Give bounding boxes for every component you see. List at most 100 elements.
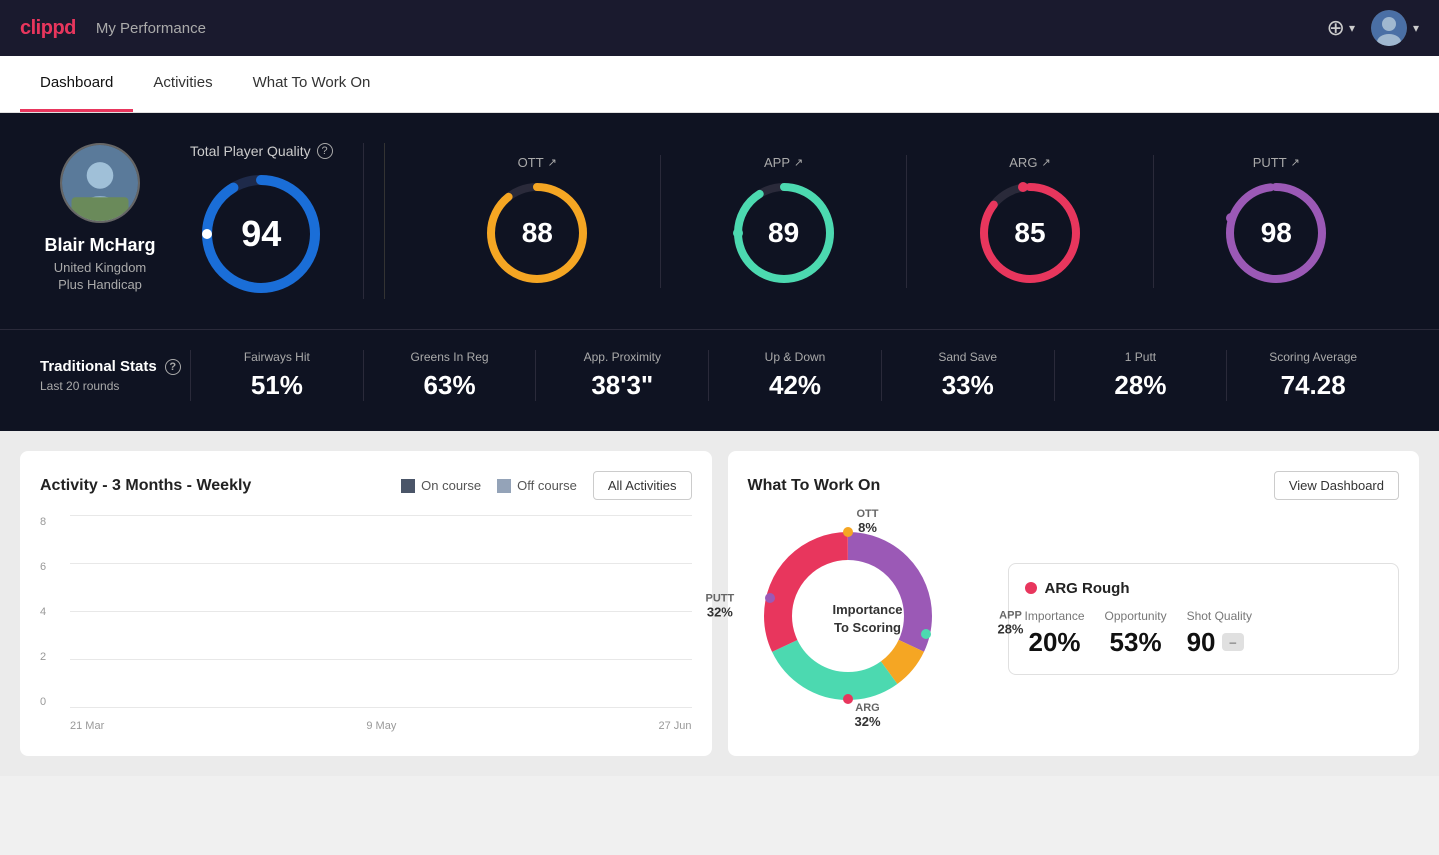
tab-what-to-work-on[interactable]: What To Work On [233,56,391,112]
tab-activities[interactable]: Activities [133,56,232,112]
detail-opportunity: Opportunity 53% [1105,609,1167,658]
header-right: ⊕ ▾ ▾ [1327,10,1420,46]
trad-updown: Up & Down 42% [708,350,881,401]
detail-card: ARG Rough Importance 20% Opportunity 53%… [1008,563,1400,675]
updown-value: 42% [719,370,871,401]
1putt-label: 1 Putt [1065,350,1217,364]
work-on-content: ImportanceTo Scoring OTT 8% APP 28% ARG … [748,516,1400,721]
trad-1putt: 1 Putt 28% [1054,350,1227,401]
player-name: Blair McHarg [44,235,155,256]
add-button[interactable]: ⊕ ▾ [1327,15,1355,41]
scoring-label: Scoring Average [1237,350,1389,364]
app-arrow-icon: ↗ [794,156,803,169]
tab-dashboard[interactable]: Dashboard [20,56,133,112]
arg-label: ARG ↗ [1009,155,1050,170]
app-circle: 89 [729,178,839,288]
trad-scoring: Scoring Average 74.28 [1226,350,1399,401]
y-label-0: 0 [40,696,46,708]
shot-quality-value: 90 [1187,627,1216,658]
activity-card-header: Activity - 3 Months - Weekly On course O… [40,471,692,500]
donut-wrapper: ImportanceTo Scoring OTT 8% APP 28% ARG … [748,516,988,721]
sandsave-label: Sand Save [892,350,1044,364]
work-on-header: What To Work On View Dashboard [748,471,1400,500]
trad-proximity: App. Proximity 38'3" [535,350,708,401]
header-left: clippd My Performance [20,17,206,40]
chart-legend: On course Off course [401,478,577,493]
detail-shot-quality: Shot Quality 90 – [1187,609,1252,658]
app-seg-pct: 28% [997,621,1023,636]
y-label-4: 4 [40,606,46,618]
trad-stats-subtitle: Last 20 rounds [40,379,190,393]
ott-arrow-icon: ↗ [548,156,557,169]
ott-circle: 88 [482,178,592,288]
score-putt: PUTT ↗ 98 [1154,155,1399,288]
label-arg: ARG 32% [854,702,880,729]
importance-label: Importance [1025,609,1085,623]
legend-off-course: Off course [497,478,577,493]
ott-seg-label: OTT [857,508,879,520]
x-axis: 21 Mar 9 May 27 Jun [70,720,692,732]
putt-value: 98 [1261,217,1292,249]
work-on-title: What To Work On [748,477,881,495]
nav-tabs: Dashboard Activities What To Work On [0,56,1439,113]
off-course-dot [497,479,511,493]
bars-container [70,516,692,708]
trad-stats-items: Fairways Hit 51% Greens In Reg 63% App. … [190,350,1399,401]
x-label-mar: 21 Mar [70,720,104,732]
plus-icon: ⊕ [1327,15,1345,41]
scores-section: OTT ↗ 88 APP ↗ [384,143,1399,299]
x-label-may: 9 May [366,720,396,732]
donut-center: ImportanceTo Scoring [828,600,908,636]
app-value: 89 [768,217,799,249]
putt-seg-pct: 32% [706,605,735,620]
scoring-value: 74.28 [1237,370,1389,401]
header-title: My Performance [96,20,206,37]
stats-top: Blair McHarg United Kingdom Plus Handica… [0,113,1439,329]
legend-on-course: On course [401,478,481,493]
shot-quality-badge: – [1222,633,1245,651]
user-menu[interactable]: ▾ [1371,10,1419,46]
add-btn-chevron: ▾ [1349,21,1355,35]
ott-value: 88 [522,217,553,249]
arg-arrow-icon: ↗ [1041,156,1050,169]
activity-header-right: On course Off course All Activities [401,471,691,500]
y-label-8: 8 [40,516,46,528]
all-activities-button[interactable]: All Activities [593,471,692,500]
opportunity-value: 53% [1105,627,1167,658]
putt-seg-label: PUTT [706,593,735,605]
view-dashboard-button[interactable]: View Dashboard [1274,471,1399,500]
app-seg-label: APP [997,609,1023,621]
player-handicap: Plus Handicap [58,277,142,292]
score-app: APP ↗ 89 [661,155,907,288]
putt-label: PUTT ↗ [1253,155,1300,170]
proximity-value: 38'3" [546,370,698,401]
fairways-value: 51% [201,370,353,401]
info-icon-tpq[interactable]: ? [317,143,333,159]
score-arg: ARG ↗ 85 [907,155,1153,288]
importance-value: 20% [1025,627,1085,658]
x-label-jun: 27 Jun [658,720,691,732]
traditional-stats: Traditional Stats ? Last 20 rounds Fairw… [0,329,1439,431]
sandsave-value: 33% [892,370,1044,401]
arg-seg-pct: 32% [854,714,880,729]
fairways-label: Fairways Hit [201,350,353,364]
avatar-image [1371,10,1407,46]
shot-quality-label: Shot Quality [1187,609,1252,623]
detail-dot [1025,582,1037,594]
y-axis: 0 2 4 6 8 [40,516,46,708]
y-label-6: 6 [40,561,46,573]
putt-circle: 98 [1221,178,1331,288]
ott-label: OTT ↗ [518,155,557,170]
greens-label: Greens In Reg [374,350,526,364]
updown-label: Up & Down [719,350,871,364]
total-quality-label: Total Player Quality ? [190,143,333,159]
greens-value: 63% [374,370,526,401]
activity-title: Activity - 3 Months - Weekly [40,477,251,495]
trad-stats-label: Traditional Stats ? Last 20 rounds [40,358,190,393]
info-icon-trad[interactable]: ? [165,359,181,375]
trad-sandsave: Sand Save 33% [881,350,1054,401]
shot-quality-row: 90 – [1187,627,1252,658]
opportunity-label: Opportunity [1105,609,1167,623]
app-label: APP ↗ [764,155,803,170]
score-ott: OTT ↗ 88 [415,155,661,288]
